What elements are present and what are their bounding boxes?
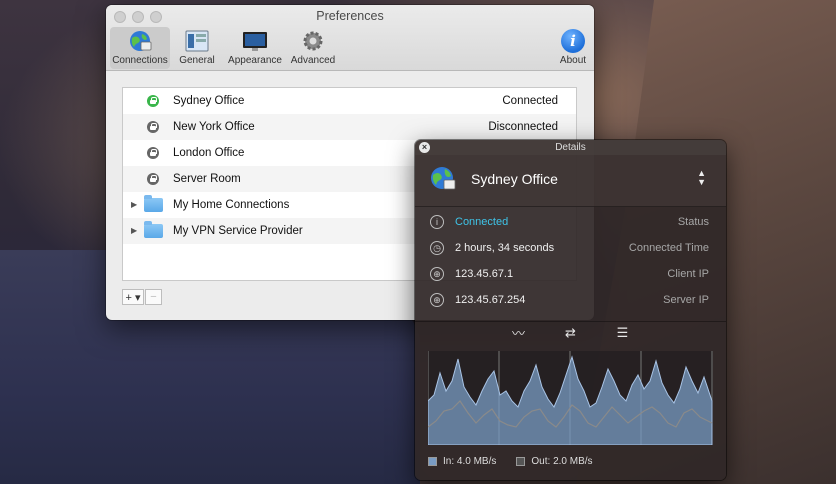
about-label: About [559, 55, 587, 66]
window-title: Preferences [316, 9, 384, 23]
globe-icon: ⊕ [430, 267, 444, 281]
transfer-arrows-icon[interactable]: ⇄ [562, 325, 580, 341]
lock-icon [147, 173, 159, 185]
connection-status: Disconnected [488, 121, 558, 133]
out-swatch [516, 457, 526, 466]
about-button[interactable]: i About [558, 29, 588, 66]
tab-connections-label: Connections [112, 55, 168, 66]
connected-time-label: Connected Time [628, 242, 709, 254]
connected-time-value: 2 hours, 34 seconds [455, 242, 555, 254]
monitor-icon [243, 32, 267, 51]
out-label: Out: [531, 456, 551, 467]
traffic-legend: In: 4.0 MB/s Out: 2.0 MB/s [428, 456, 593, 467]
in-label: In: [443, 456, 455, 467]
connection-name: London Office [173, 147, 245, 159]
tab-appearance-label: Appearance [228, 55, 282, 66]
info-icon: i [561, 29, 585, 53]
details-panel: Details × Sydney Office ▲ ▼ i Connected S… [415, 140, 726, 480]
connection-selector[interactable]: Sydney Office [471, 171, 558, 187]
connection-status: Connected [502, 95, 558, 107]
details-view-tabs: 〰 ⇄ ☰ [415, 321, 726, 343]
gear-icon [303, 31, 323, 51]
server-ip-label: Server IP [663, 294, 709, 306]
window-titlebar: Preferences Connections General Appearan… [106, 5, 594, 71]
tab-general[interactable]: General [166, 27, 228, 69]
globe-icon [431, 167, 456, 190]
close-icon[interactable]: × [419, 142, 430, 153]
in-value: 4.0 MB/s [456, 456, 497, 467]
preferences-toolbar: Connections General Appearance Advanced [110, 27, 340, 69]
details-title: Details [415, 140, 726, 155]
folder-icon [144, 221, 163, 238]
lock-icon [147, 147, 159, 159]
add-remove-controls: + ▾ − [122, 289, 162, 305]
globe-icon: ⊕ [430, 293, 444, 307]
add-connection-button[interactable]: + ▾ [122, 289, 144, 305]
traffic-graph [428, 351, 713, 445]
tab-advanced[interactable]: Advanced [282, 27, 344, 69]
chevron-updown-icon[interactable]: ▲ ▼ [697, 169, 706, 187]
client-ip-row: ⊕ 123.45.67.1 Client IP [415, 261, 726, 287]
details-header: Sydney Office ▲ ▼ [415, 155, 726, 207]
lock-icon [147, 95, 159, 107]
tab-connections[interactable]: Connections [110, 27, 170, 69]
connected-time-row: ◷ 2 hours, 34 seconds Connected Time [415, 235, 726, 261]
list-view-icon[interactable]: ☰ [614, 325, 632, 341]
server-ip-row: ⊕ 123.45.67.254 Server IP [415, 287, 726, 313]
status-label: Status [677, 216, 709, 228]
folder-icon [144, 195, 163, 212]
status-row: i Connected Status [415, 209, 726, 235]
lock-icon [147, 121, 159, 133]
general-icon [185, 30, 209, 52]
server-ip-value: 123.45.67.254 [455, 294, 526, 306]
tab-advanced-label: Advanced [290, 55, 336, 66]
connection-name: New York Office [173, 121, 255, 133]
status-value: Connected [455, 216, 509, 228]
graph-view-icon[interactable]: 〰 [510, 323, 528, 342]
group-name: My VPN Service Provider [173, 225, 303, 237]
traffic-in-area [428, 355, 713, 445]
info-icon: i [430, 215, 444, 229]
in-swatch [428, 457, 437, 466]
clock-icon: ◷ [430, 241, 444, 255]
tab-general-label: General [179, 55, 215, 66]
out-value: 2.0 MB/s [553, 456, 593, 467]
disclosure-triangle-icon[interactable]: ▶ [131, 200, 137, 209]
group-name: My Home Connections [173, 199, 290, 211]
details-info: i Connected Status ◷ 2 hours, 34 seconds… [415, 207, 726, 313]
connection-name: Server Room [173, 173, 241, 185]
connection-name: Sydney Office [173, 95, 245, 107]
list-item[interactable]: New York Office Disconnected [123, 114, 576, 140]
globe-icon [130, 31, 152, 51]
tab-appearance[interactable]: Appearance [224, 27, 286, 69]
client-ip-label: Client IP [667, 268, 709, 280]
disclosure-triangle-icon[interactable]: ▶ [131, 226, 137, 235]
remove-connection-button[interactable]: − [145, 289, 162, 305]
list-item[interactable]: Sydney Office Connected [123, 88, 576, 114]
client-ip-value: 123.45.67.1 [455, 268, 514, 280]
